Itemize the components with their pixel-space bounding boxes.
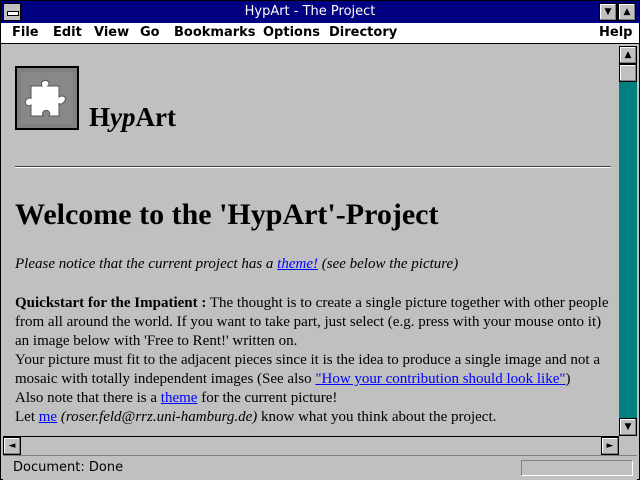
menu-edit[interactable]: Edit (53, 24, 82, 42)
scroll-right-button[interactable]: ► (601, 437, 619, 455)
intro-paragraph: Quickstart for the Impatient : The thoug… (15, 295, 609, 425)
contribution-guide-link[interactable]: "How your contribution should look like" (315, 371, 565, 387)
menu-help[interactable]: Help (599, 24, 632, 42)
menu-file[interactable]: File (12, 24, 39, 42)
title-bar: HypArt - The Project ▼ ▲ (1, 1, 639, 23)
scroll-thumb[interactable] (619, 64, 637, 82)
menu-view[interactable]: View (94, 24, 129, 42)
menu-bar: File Edit View Go Bookmarks Options Dire… (1, 23, 639, 44)
page-content: HypArt Welcome to the 'HypArt'-Project P… (3, 46, 619, 436)
progress-indicator (521, 460, 633, 476)
scrollbar-corner (619, 436, 637, 454)
menu-directory[interactable]: Directory (329, 24, 397, 42)
puzzle-logo-icon (15, 66, 79, 130)
maximize-button[interactable]: ▲ (618, 3, 636, 21)
menu-go[interactable]: Go (140, 24, 160, 42)
current-theme-link[interactable]: theme (161, 390, 198, 406)
scroll-up-button[interactable]: ▲ (619, 46, 637, 64)
theme-link[interactable]: theme! (277, 256, 318, 272)
window-title: HypArt - The Project (244, 4, 376, 19)
vertical-scrollbar[interactable]: ▲ ▼ (619, 46, 637, 436)
horizontal-scrollbar[interactable]: ◄ ► (3, 436, 619, 455)
scroll-down-button[interactable]: ▼ (619, 418, 637, 436)
menu-options[interactable]: Options (263, 24, 320, 42)
menu-bookmarks[interactable]: Bookmarks (174, 24, 256, 42)
status-bar: Document: Done (3, 455, 637, 480)
page-heading: Welcome to the 'HypArt'-Project (15, 198, 439, 231)
system-menu-button[interactable] (3, 3, 21, 21)
divider (15, 166, 611, 168)
browser-window: HypArt - The Project ▼ ▲ File Edit View … (0, 0, 640, 480)
site-logo-text: HypArt (89, 102, 176, 132)
minimize-button[interactable]: ▼ (599, 3, 617, 21)
contact-me-link[interactable]: me (39, 409, 57, 425)
theme-notice: Please notice that the current project h… (15, 256, 459, 272)
status-text: Document: Done (13, 460, 124, 475)
scroll-left-button[interactable]: ◄ (3, 437, 21, 455)
